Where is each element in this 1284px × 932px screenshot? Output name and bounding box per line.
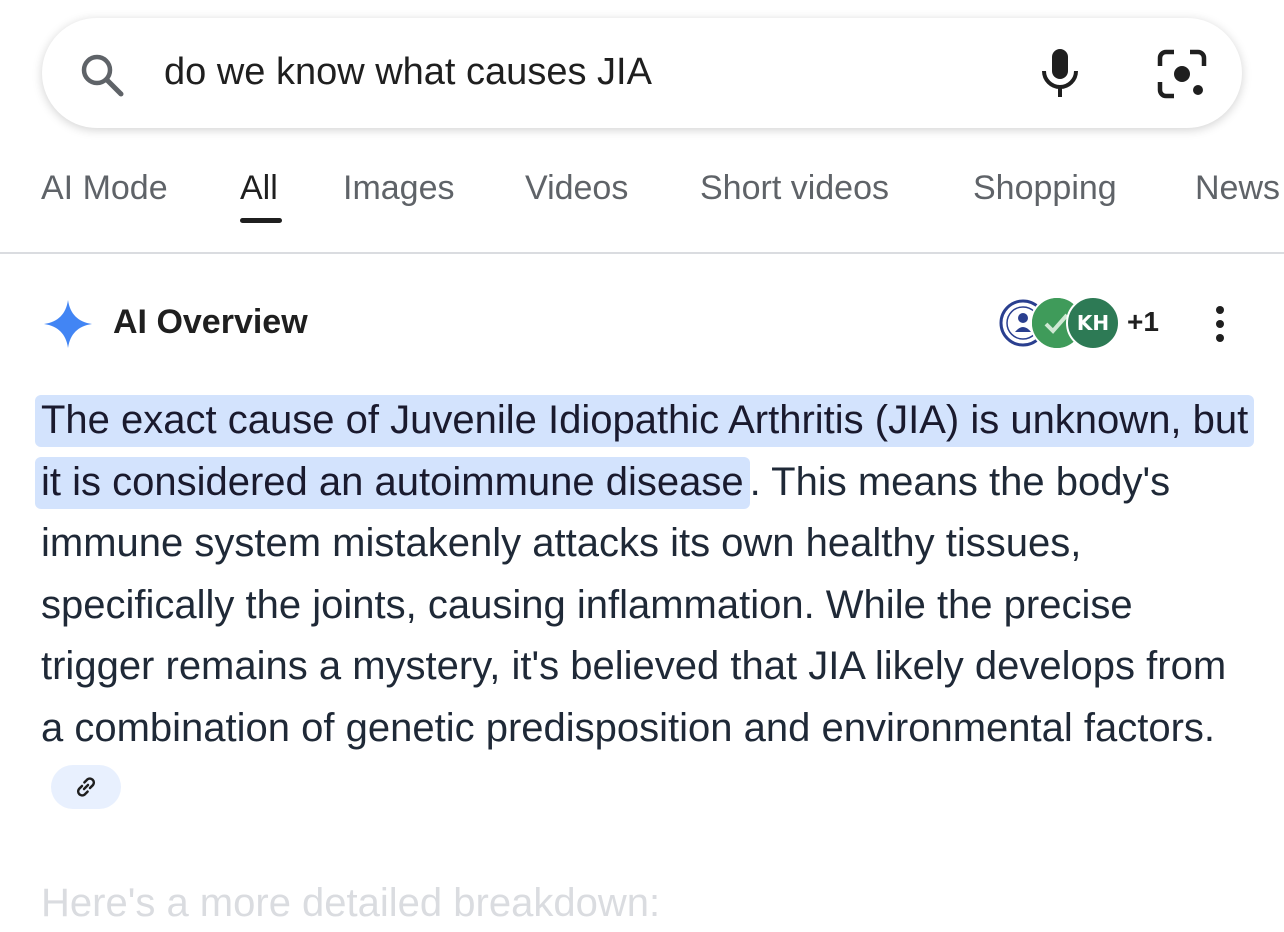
tab-videos[interactable]: Videos (525, 166, 628, 210)
lens-icon[interactable] (1156, 48, 1208, 100)
ai-overview-header: AI Overview KH +1 (42, 296, 1242, 352)
tab-all[interactable]: All (240, 166, 278, 210)
more-sources-count[interactable]: +1 (1127, 306, 1159, 338)
tab-short-videos[interactable]: Short videos (700, 166, 889, 210)
search-bar[interactable]: do we know what causes JIA (42, 18, 1242, 128)
ai-overview-title: AI Overview (113, 303, 308, 341)
ai-overview-answer: The exact cause of Juvenile Idiopathic A… (35, 390, 1255, 821)
answer-period: . (749, 459, 761, 504)
breakdown-heading: Here's a more detailed breakdown: (41, 881, 661, 925)
link-icon (77, 777, 95, 798)
active-tab-indicator (240, 218, 282, 223)
tab-ai-mode[interactable]: AI Mode (41, 166, 168, 210)
more-vert-icon[interactable] (1208, 302, 1232, 346)
mic-icon[interactable] (1038, 47, 1082, 99)
tab-images[interactable]: Images (343, 166, 455, 210)
source-avatars[interactable]: KH (996, 296, 1126, 350)
search-icon[interactable] (78, 51, 126, 99)
tab-shopping[interactable]: Shopping (973, 166, 1117, 210)
source-logo-icon[interactable]: KH (1066, 296, 1120, 350)
search-tabs: AI Mode All Images Videos Short videos S… (0, 150, 1284, 254)
sparkle-icon (44, 300, 92, 348)
source-link-button[interactable] (51, 765, 121, 810)
tab-news[interactable]: News (1195, 166, 1280, 210)
search-input[interactable]: do we know what causes JIA (164, 48, 652, 96)
